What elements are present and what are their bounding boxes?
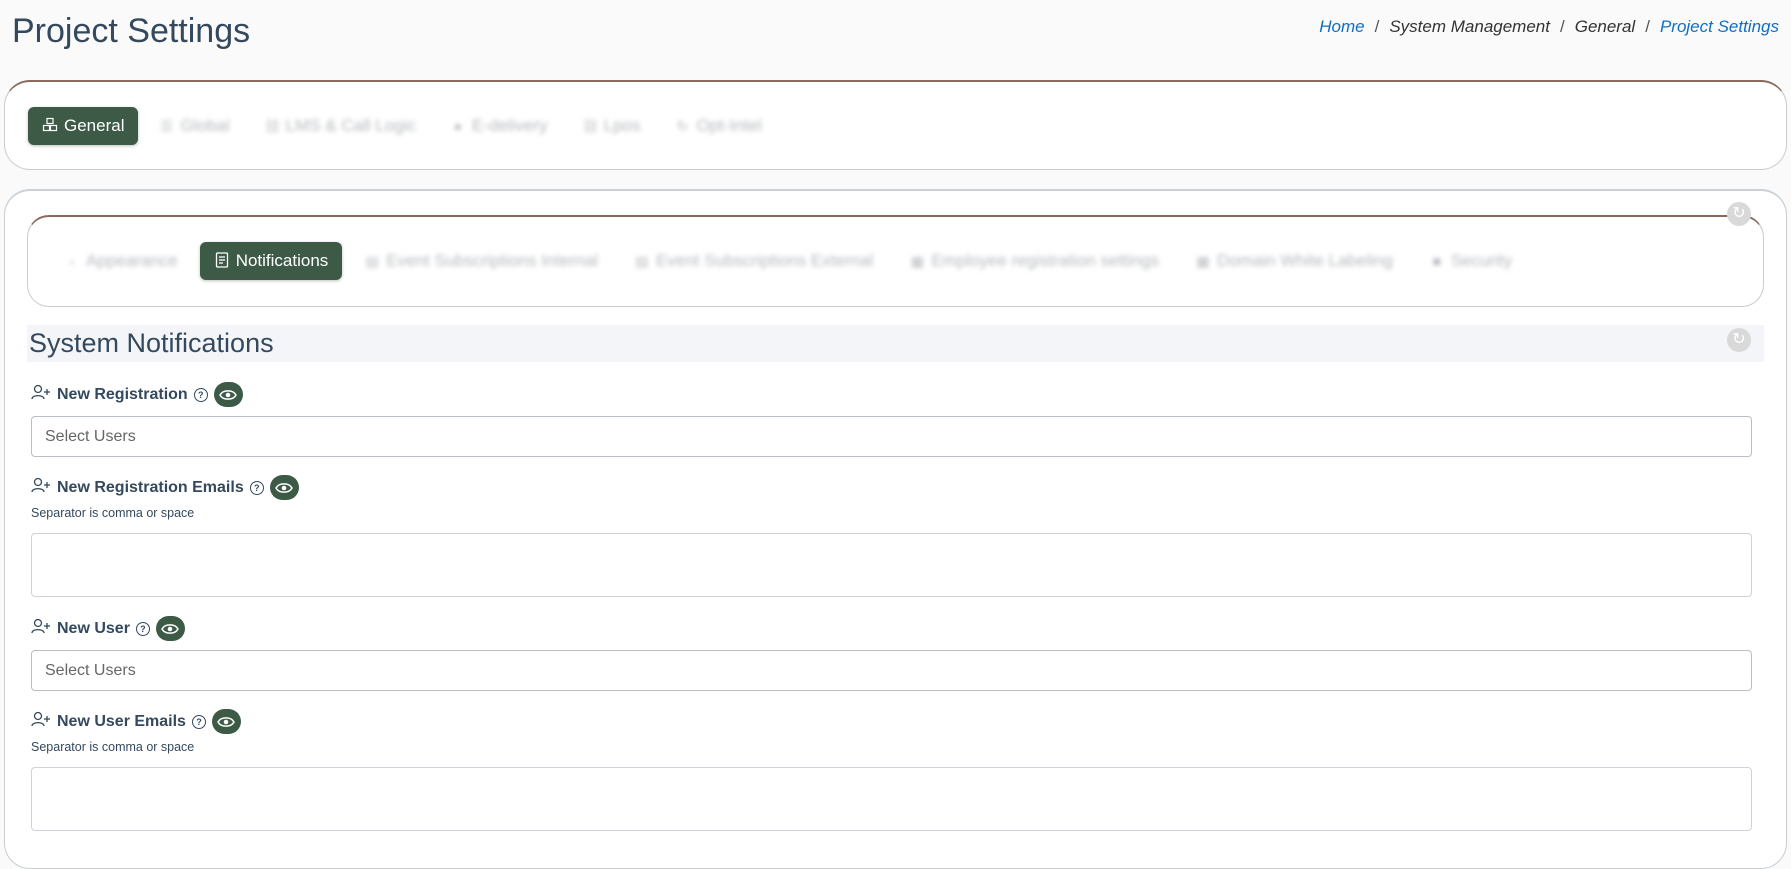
- tab-label: Security: [1450, 251, 1513, 270]
- breadcrumb-current-link[interactable]: Project Settings: [1660, 17, 1779, 37]
- tab-label: Event Subscriptions Internal: [386, 251, 598, 270]
- eye-icon[interactable]: [269, 475, 299, 500]
- help-icon[interactable]: ?: [193, 387, 208, 402]
- tab-employee-registration-settings[interactable]: ▦ Employee registration settings: [895, 242, 1173, 280]
- breadcrumb-separator: /: [1645, 17, 1650, 36]
- separator-hint: Separator is comma or space: [31, 740, 195, 754]
- tab-label: Appearance: [86, 251, 178, 270]
- tab-label: Employee registration settings: [931, 251, 1160, 270]
- breadcrumb-system-management: System Management: [1389, 17, 1550, 36]
- breadcrumb-general: General: [1574, 17, 1636, 36]
- boxes-icon: [42, 117, 58, 136]
- lock-icon: ■: [1432, 253, 1442, 269]
- help-icon[interactable]: ?: [191, 714, 206, 729]
- tab-label: Lpos: [603, 116, 641, 135]
- section-header: System Notifications: [27, 325, 1764, 362]
- eye-icon[interactable]: [213, 382, 243, 407]
- eye-icon[interactable]: [211, 709, 241, 734]
- section-title: System Notifications: [29, 328, 274, 358]
- globe-icon: ●: [453, 118, 463, 134]
- field-label-text: New Registration Emails: [57, 478, 244, 496]
- breadcrumb: Home / System Management / General / Pro…: [1319, 17, 1779, 37]
- chevron-left-icon: ‹: [69, 253, 75, 269]
- sub-tabs: ‹ Appearance Notifications ▤ Event Subsc…: [50, 242, 1526, 280]
- new-user-select[interactable]: [31, 650, 1752, 691]
- sub-tabs-card: ‹ Appearance Notifications ▤ Event Subsc…: [27, 215, 1764, 307]
- breadcrumb-home-link[interactable]: Home: [1319, 17, 1364, 37]
- document-icon: [214, 251, 230, 271]
- list-icon: ▤: [365, 252, 379, 269]
- main-tabs: General ☰ Global ⛓ LMS & Call Logic ● E-…: [28, 107, 776, 145]
- new-user-label: New User ?: [31, 616, 185, 641]
- link-icon: ⛓: [263, 117, 282, 134]
- tab-security[interactable]: ■ Security: [1415, 242, 1526, 280]
- field-label-text: New Registration: [57, 385, 188, 403]
- list-icon: ☰: [160, 117, 173, 134]
- refresh-icon[interactable]: ↻: [1727, 328, 1751, 352]
- field-label-text: New User: [57, 619, 130, 637]
- list-icon: ▤: [635, 252, 649, 269]
- new-user-emails-textarea[interactable]: [31, 767, 1752, 831]
- new-registration-label: New Registration ?: [31, 382, 243, 407]
- tab-label: Opt-Intel: [696, 116, 762, 135]
- tab-e-delivery[interactable]: ● E-delivery: [436, 107, 562, 145]
- separator-hint: Separator is comma or space: [31, 506, 195, 520]
- tab-opt-intel[interactable]: ↻ Opt-Intel: [660, 107, 775, 145]
- new-registration-emails-textarea[interactable]: [31, 533, 1752, 597]
- main-tabs-card: General ☰ Global ⛓ LMS & Call Logic ● E-…: [4, 80, 1787, 170]
- tab-label: Notifications: [235, 251, 329, 270]
- tab-event-subscriptions-internal[interactable]: ▤ Event Subscriptions Internal: [350, 242, 612, 280]
- new-user-emails-label: New User Emails ?: [31, 709, 241, 734]
- field-label-text: New User Emails: [57, 712, 186, 730]
- tab-label: E-delivery: [472, 116, 548, 135]
- grid-icon: ▦: [1196, 252, 1210, 269]
- tab-general[interactable]: General: [28, 107, 139, 145]
- user-plus-icon: [31, 618, 51, 639]
- tab-label: General: [64, 116, 125, 135]
- breadcrumb-separator: /: [1374, 17, 1380, 36]
- help-icon[interactable]: ?: [249, 480, 264, 495]
- tab-appearance[interactable]: ‹ Appearance: [50, 242, 192, 280]
- tab-label: Global: [180, 116, 230, 135]
- tab-lms-call-logic[interactable]: ⛓ LMS & Call Logic: [250, 107, 430, 145]
- refresh-icon: ↻: [676, 117, 689, 134]
- tab-notifications[interactable]: Notifications: [199, 242, 343, 280]
- user-plus-icon: [31, 477, 51, 498]
- tab-label: Domain White Labeling: [1217, 251, 1393, 270]
- tab-global[interactable]: ☰ Global: [144, 107, 243, 145]
- tab-lpos[interactable]: ⛓ Lpos: [568, 107, 655, 145]
- link-icon: ⛓: [581, 117, 600, 134]
- help-icon[interactable]: ?: [135, 621, 150, 636]
- refresh-icon[interactable]: ↻: [1727, 202, 1751, 226]
- new-registration-emails-label: New Registration Emails ?: [31, 475, 299, 500]
- user-plus-icon: [31, 711, 51, 732]
- grid-icon: ▦: [910, 252, 924, 269]
- tab-domain-white-labeling[interactable]: ▦ Domain White Labeling: [1181, 242, 1407, 280]
- tab-label: Event Subscriptions External: [655, 251, 874, 270]
- page-title: Project Settings: [12, 12, 251, 50]
- tab-label: LMS & Call Logic: [285, 116, 417, 135]
- breadcrumb-separator: /: [1559, 17, 1565, 36]
- tab-event-subscriptions-external[interactable]: ▤ Event Subscriptions External: [620, 242, 887, 280]
- user-plus-icon: [31, 384, 51, 405]
- eye-icon[interactable]: [155, 616, 185, 641]
- new-registration-select[interactable]: [31, 416, 1752, 457]
